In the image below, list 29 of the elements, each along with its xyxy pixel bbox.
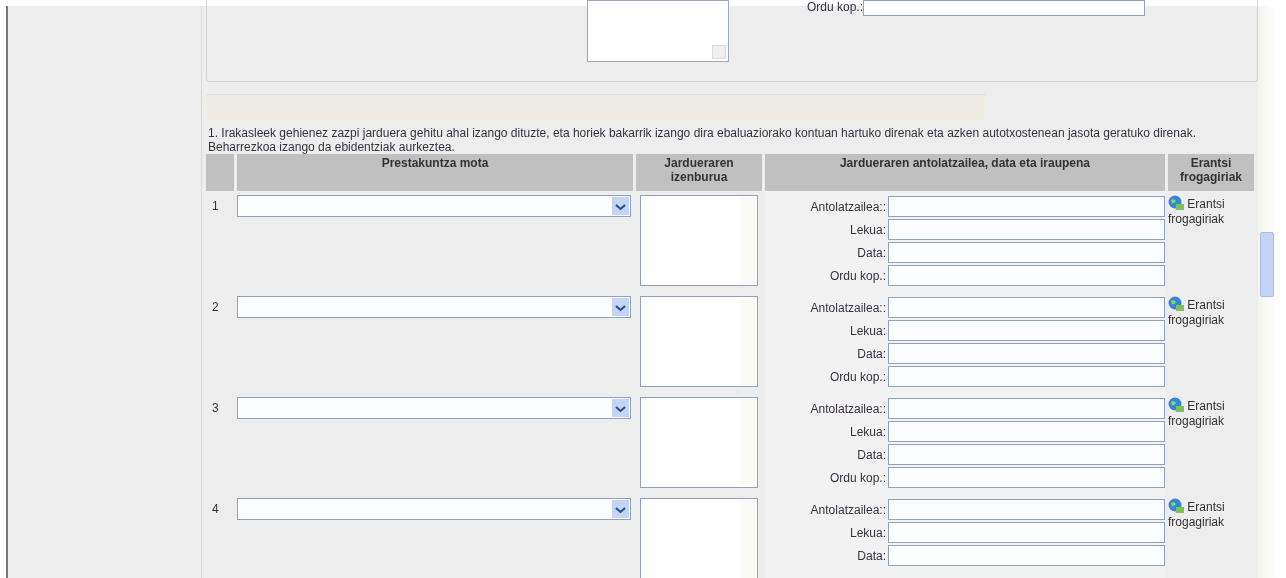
- field-label: Lekua:: [849, 322, 886, 340]
- field-label: Lekua:: [849, 524, 886, 542]
- field-label: Ordu kop.:: [829, 368, 886, 386]
- row-number: 1: [211, 198, 220, 215]
- row-number: 4: [211, 501, 220, 518]
- field-label: Data:: [857, 244, 886, 262]
- field-label: Lekua:: [849, 423, 886, 441]
- field-label: Antolatzailea::: [810, 299, 886, 317]
- field-label: Data:: [857, 446, 886, 464]
- column-header: Erantsi frogagiriak: [1168, 154, 1254, 191]
- field-label: Lekua:: [849, 221, 886, 239]
- attach-link[interactable]: Erantsi frogagiriak: [1168, 397, 1254, 429]
- field-label: Data:: [857, 345, 886, 363]
- row-number: 3: [211, 400, 220, 417]
- attach-link[interactable]: Erantsi frogagiriak: [1168, 296, 1254, 328]
- column-header: Prestakuntza mota: [237, 154, 633, 191]
- field-label: Antolatzailea::: [810, 501, 886, 519]
- field-label: Ordu kop.:: [829, 469, 886, 487]
- column-header: Jardueraren izenburua: [636, 154, 762, 191]
- instruction-text: 1. Irakasleek gehienez zazpi jarduera gehitu ahal izango dituzte, eta horiek bakarrik izango dira ebaluaziorako kontuan hartuko direnak eta azken autotxostenean jasota geratuko direnak. Beharrezkoa izango da ebidentziak aurkeztea.: [207, 125, 1197, 154]
- field-label: Data:: [857, 547, 886, 565]
- attach-link[interactable]: Erantsi frogagiriak: [1168, 498, 1254, 530]
- field-label: Ordu kop.:: [829, 267, 886, 285]
- column-header: Jardueraren antolatzailea, data eta iraupena: [765, 154, 1165, 191]
- row-number: 2: [211, 299, 220, 316]
- field-label: Antolatzailea::: [810, 400, 886, 418]
- field-label: Antolatzailea::: [810, 198, 886, 216]
- field-label: Ordu kop.:: [807, 0, 864, 14]
- attach-link[interactable]: Erantsi frogagiriak: [1168, 195, 1254, 227]
